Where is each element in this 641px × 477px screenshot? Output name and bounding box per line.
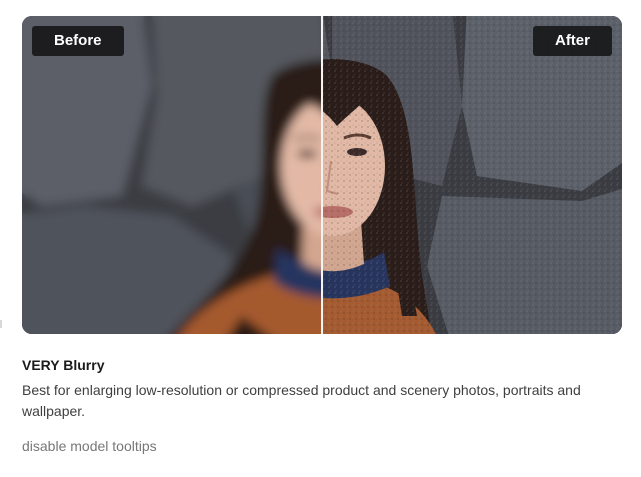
before-badge: Before xyxy=(32,26,124,56)
before-after-comparison[interactable]: Before After xyxy=(22,16,622,334)
after-badge: After xyxy=(532,26,612,56)
model-description: Best for enlarging low-resolution or com… xyxy=(22,382,581,419)
model-title: VERY Blurry xyxy=(22,357,105,373)
edge-marker xyxy=(0,320,2,328)
comparison-slider-handle[interactable] xyxy=(321,16,323,334)
model-card: Before After VERY Blurry Best for enlarg… xyxy=(0,0,641,477)
disable-model-tooltips-link[interactable]: disable model tooltips xyxy=(22,438,157,454)
